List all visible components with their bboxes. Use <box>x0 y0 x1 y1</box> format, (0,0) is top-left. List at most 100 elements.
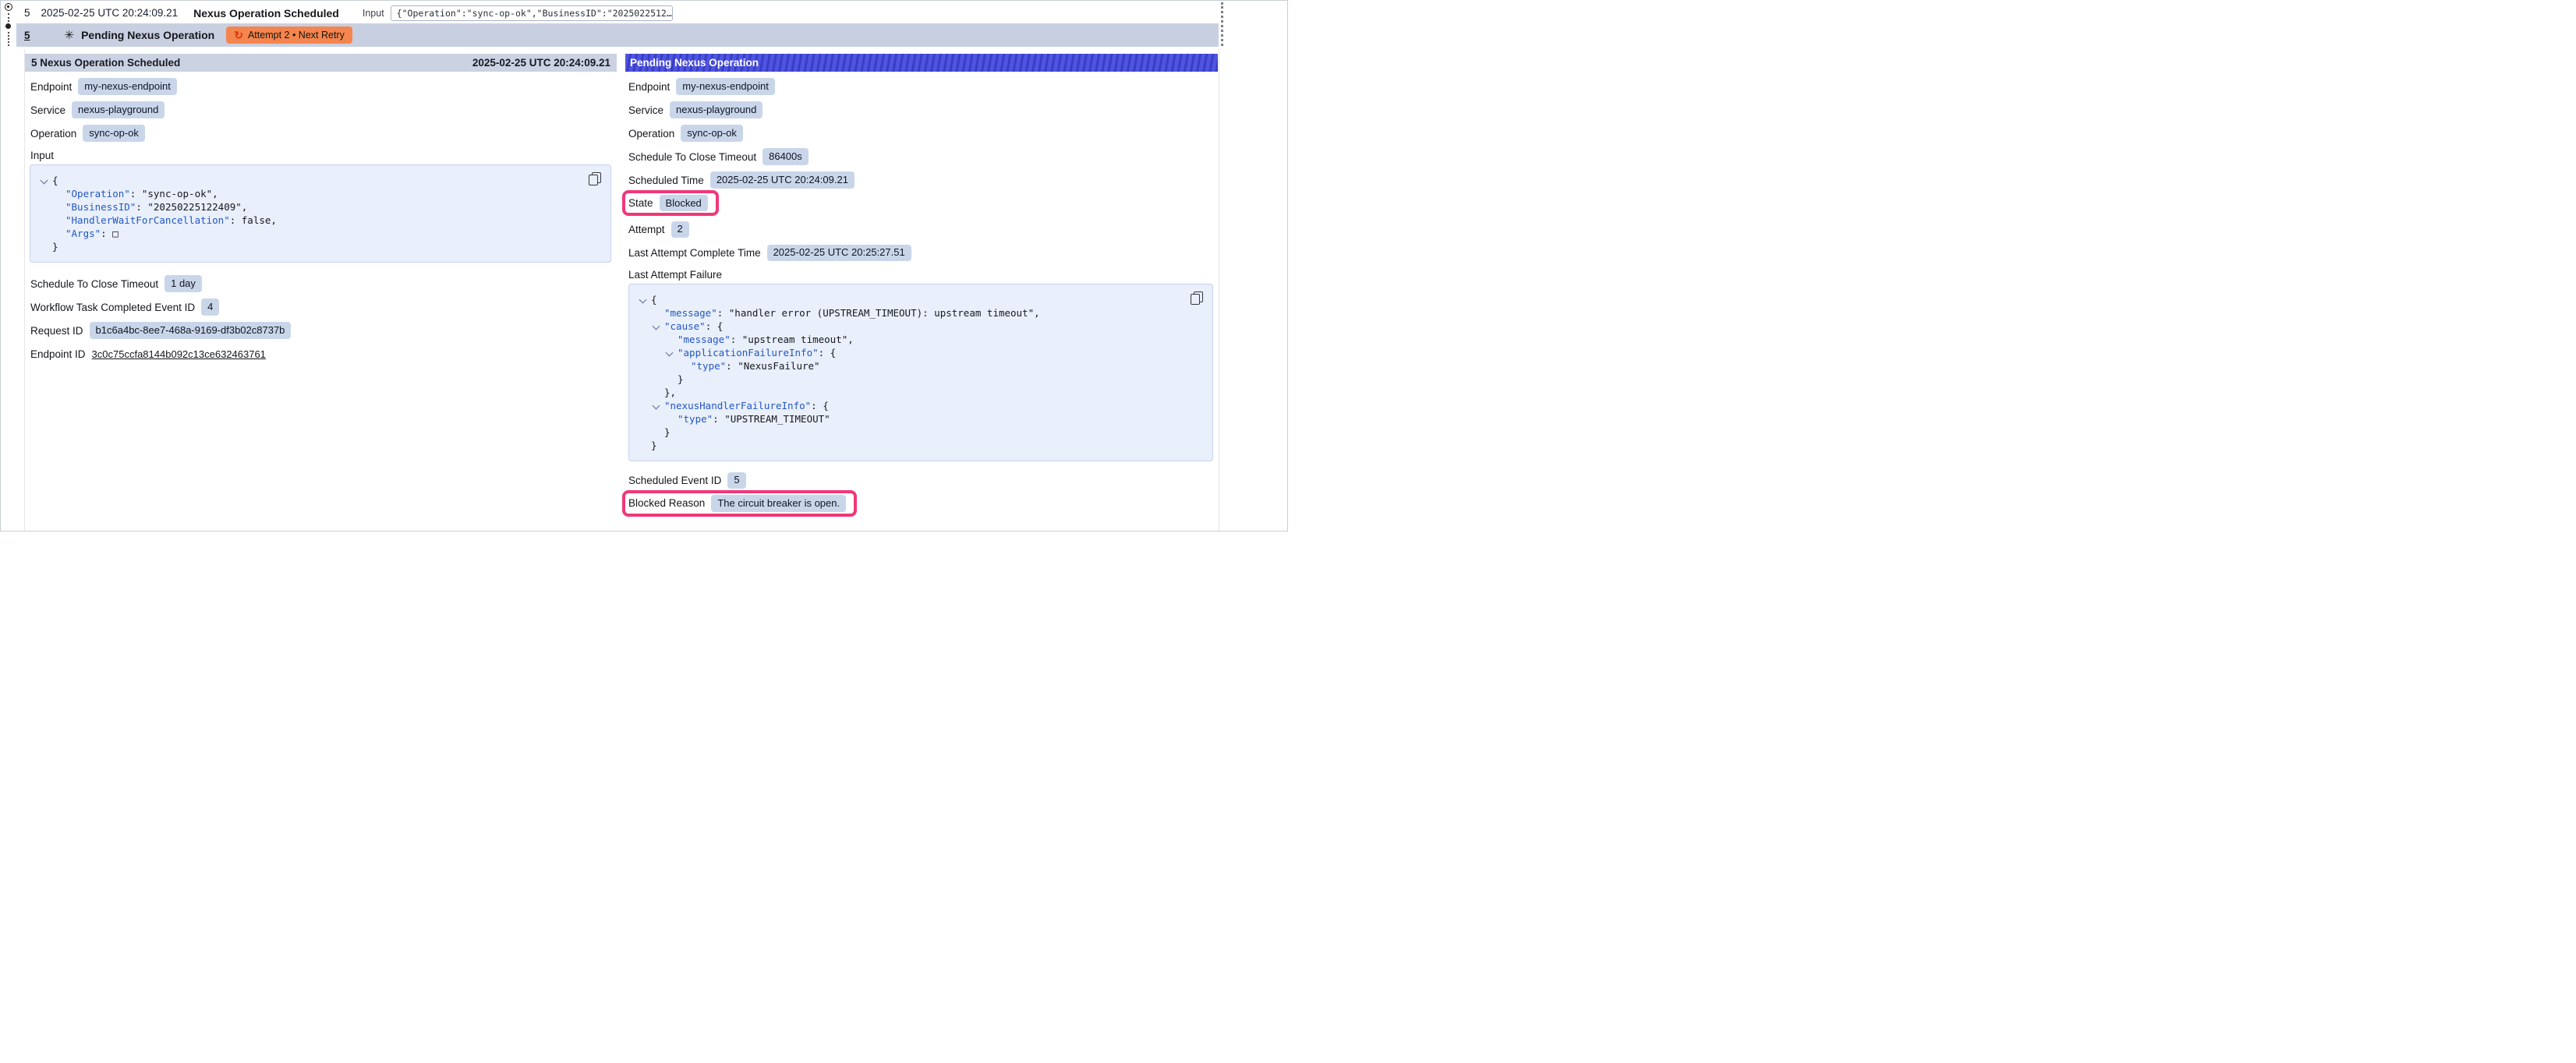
field-label: Blocked Reason <box>628 497 705 509</box>
code-line: "BusinessID": "20250225122409", <box>40 200 601 214</box>
json-key: "nexusHandlerFailureInfo" <box>664 400 811 411</box>
event-detail-panels: 5 Nexus Operation Scheduled 2025-02-25 U… <box>25 54 1218 515</box>
field-value-badge: sync-op-ok <box>83 125 145 141</box>
code-line: } <box>639 426 1203 439</box>
state-badge: Blocked <box>660 195 708 211</box>
json-text: : "sync-op-ok", <box>130 188 218 200</box>
code-line: "Operation": "sync-op-ok", <box>40 187 601 200</box>
field-endpoint-id: Endpoint ID 3c0c75ccfa8144b092c13ce63246… <box>25 345 617 362</box>
input-section-label: Input <box>30 150 617 161</box>
field-value-badge: 1 day <box>165 275 202 291</box>
json-text: : { <box>819 347 837 358</box>
field-label: Attempt <box>628 224 665 235</box>
field-label: Scheduled Time <box>628 175 704 186</box>
field-endpoint: Endpoint my-nexus-endpoint <box>25 78 617 95</box>
json-text: : false, <box>230 214 277 226</box>
json-text: { <box>52 175 58 186</box>
json-text: : □ <box>101 228 119 239</box>
field-label: Request ID <box>30 325 83 337</box>
json-key: "type" <box>691 360 726 372</box>
field-service: Service nexus-playground <box>25 101 617 118</box>
code-line: "Args": □ <box>40 227 601 240</box>
refresh-icon: ↻ <box>234 30 243 41</box>
json-key: "applicationFailureInfo" <box>678 347 819 358</box>
panel-timestamp: 2025-02-25 UTC 20:24:09.21 <box>472 57 610 69</box>
event-title: Nexus Operation Scheduled <box>193 7 339 19</box>
field-schedule-to-close-timeout: Schedule To Close Timeout 86400s <box>625 148 1218 165</box>
code-line[interactable]: "applicationFailureInfo": { <box>639 346 1203 359</box>
field-value-badge: 4 <box>201 298 219 315</box>
code-line[interactable]: "nexusHandlerFailureInfo": { <box>639 399 1203 412</box>
input-label: Input <box>363 8 384 19</box>
event-id-link[interactable]: 5 <box>24 30 30 41</box>
json-key: "Operation" <box>65 188 130 200</box>
field-label: Service <box>628 104 663 116</box>
field-label: Operation <box>628 128 674 139</box>
field-label: Last Attempt Complete Time <box>628 247 761 259</box>
field-label: Operation <box>30 128 76 139</box>
failure-json-viewer: { "message": "handler error (UPSTREAM_TI… <box>628 284 1213 461</box>
temporal-event-details-page: 5 2025-02-25 UTC 20:24:09.21 Nexus Opera… <box>0 0 1288 532</box>
pending-panel-header: Pending Nexus Operation <box>625 54 1218 72</box>
json-key: "message" <box>664 307 717 319</box>
json-key: "BusinessID" <box>65 201 136 213</box>
code-line: "message": "upstream timeout", <box>639 333 1203 346</box>
code-line: "HandlerWaitForCancellation": false, <box>40 214 601 227</box>
input-preview: {"Operation":"sync-op-ok","BusinessID":"… <box>391 5 673 21</box>
blocked-reason-badge: The circuit breaker is open. <box>711 495 846 511</box>
field-label: Endpoint <box>30 81 72 93</box>
code-line: } <box>639 439 1203 452</box>
retry-status-badge: ↻ Attempt 2 • Next Retry <box>226 26 352 44</box>
field-value-badge: 2 <box>671 221 689 238</box>
json-text: : { <box>706 320 724 332</box>
code-line: } <box>639 373 1203 386</box>
json-key: "Args" <box>65 228 101 239</box>
json-text: }, <box>664 387 676 398</box>
event-row-pending-nexus[interactable]: 5 ✳ Pending Nexus Operation ↻ Attempt 2 … <box>16 23 1219 47</box>
field-value-badge: sync-op-ok <box>681 125 743 141</box>
event-row-nexus-scheduled[interactable]: 5 2025-02-25 UTC 20:24:09.21 Nexus Opera… <box>24 2 1287 23</box>
field-schedule-to-close-timeout: Schedule To Close Timeout 1 day <box>25 275 617 292</box>
code-line: "message": "handler error (UPSTREAM_TIME… <box>639 306 1203 320</box>
json-text: : "20250225122409", <box>136 201 247 213</box>
field-value-badge: nexus-playground <box>670 101 763 118</box>
field-value-badge: 2025-02-25 UTC 20:25:27.51 <box>767 245 911 261</box>
json-text: : "UPSTREAM_TIMEOUT" <box>713 413 830 425</box>
failure-section-label: Last Attempt Failure <box>628 269 1218 281</box>
json-text: } <box>651 440 657 451</box>
code-line[interactable]: "cause": { <box>639 320 1203 333</box>
code-line: "type": "UPSTREAM_TIMEOUT" <box>639 412 1203 426</box>
field-value-badge: b1c6a4bc-8ee7-468a-9169-df3b02c8737b <box>90 322 292 338</box>
field-scheduled-event-id: Scheduled Event ID 5 <box>625 471 1218 489</box>
json-text: : "upstream timeout", <box>731 334 854 345</box>
field-workflow-task-completed-event-id: Workflow Task Completed Event ID 4 <box>25 298 617 316</box>
event-timestamp: 2025-02-25 UTC 20:24:09.21 <box>41 7 179 19</box>
field-state-annotated: State Blocked <box>622 190 719 216</box>
field-last-attempt-complete-time: Last Attempt Complete Time 2025-02-25 UT… <box>625 244 1218 261</box>
json-text: : "NexusFailure" <box>726 360 819 372</box>
event-id[interactable]: 5 <box>24 7 30 19</box>
retry-badge-label: Attempt 2 • Next Retry <box>248 30 345 41</box>
event-history-rows: 5 2025-02-25 UTC 20:24:09.21 Nexus Opera… <box>1 1 1287 49</box>
field-label: Endpoint <box>628 81 670 93</box>
field-label: Schedule To Close Timeout <box>628 151 756 163</box>
endpoint-id-link[interactable]: 3c0c75ccfa8144b092c13ce632463761 <box>92 348 266 360</box>
json-key: "message" <box>678 334 731 345</box>
code-line[interactable]: { <box>639 293 1203 306</box>
event-list-scrollbar[interactable] <box>1221 2 1223 46</box>
input-json-viewer: { "Operation": "sync-op-ok", "BusinessID… <box>30 164 611 263</box>
field-request-id: Request ID b1c6a4bc-8ee7-468a-9169-df3b0… <box>25 322 617 339</box>
field-operation: Operation sync-op-ok <box>625 125 1218 142</box>
json-text: } <box>664 426 671 438</box>
pending-operation-panel: Pending Nexus Operation Endpoint my-nexu… <box>625 54 1218 515</box>
field-value-badge: 2025-02-25 UTC 20:24:09.21 <box>710 171 855 188</box>
field-value-badge: my-nexus-endpoint <box>78 78 177 94</box>
json-text: : { <box>811 400 829 411</box>
code-line: "type": "NexusFailure" <box>639 359 1203 373</box>
json-text: } <box>678 373 684 385</box>
panel-title: Pending Nexus Operation <box>630 57 759 69</box>
field-label: Workflow Task Completed Event ID <box>30 302 195 313</box>
json-key: "HandlerWaitForCancellation" <box>65 214 230 226</box>
field-value-badge: nexus-playground <box>72 101 165 118</box>
code-line[interactable]: { <box>40 174 601 187</box>
